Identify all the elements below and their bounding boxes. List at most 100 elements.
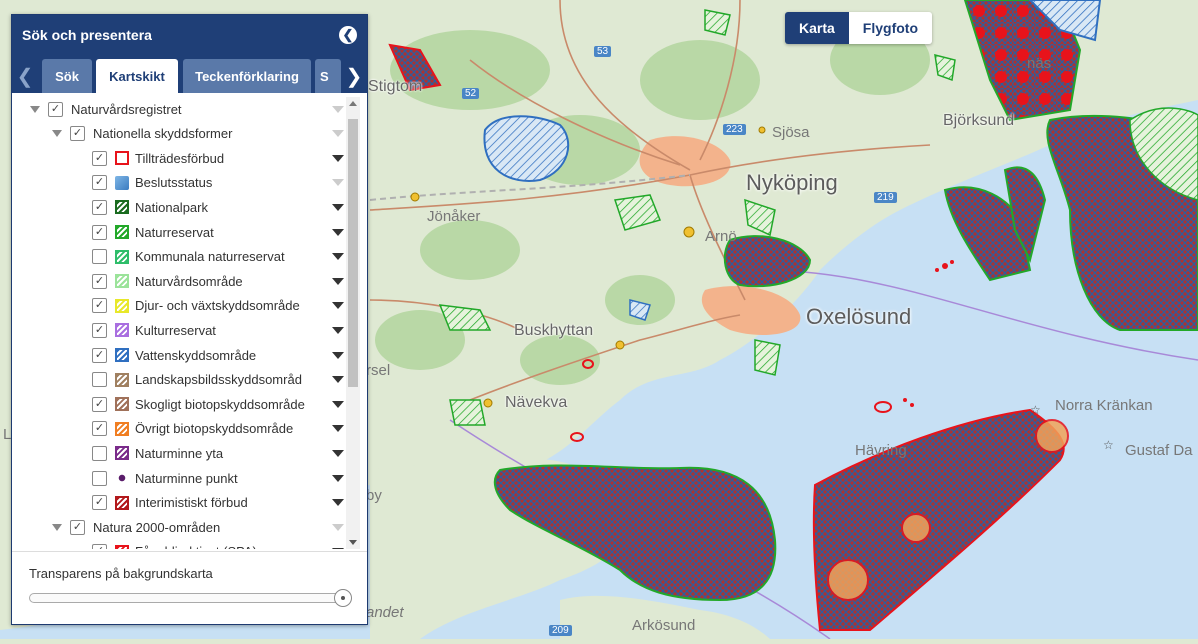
map-label-nas: näs	[1027, 55, 1052, 72]
layer-checkbox[interactable]: ✓	[92, 224, 107, 240]
layer-row-interimistiskt-forbud[interactable]: ✓ Interimistiskt förbud	[18, 491, 346, 515]
layer-tree-scrollbar[interactable]	[346, 97, 360, 549]
layer-checkbox[interactable]	[92, 445, 107, 461]
layer-checkbox[interactable]: ✓	[70, 126, 85, 142]
tab-more[interactable]: S	[315, 59, 341, 93]
map-label-jonaker: Jönåker	[427, 208, 481, 225]
layer-options-chevron-down-icon[interactable]	[332, 228, 344, 236]
tab-kartskikt[interactable]: Kartskikt	[96, 59, 178, 93]
layer-options-chevron-down-icon[interactable]	[332, 449, 344, 457]
layer-options-chevron-down-icon[interactable]	[332, 179, 344, 187]
layer-checkbox[interactable]: ✓	[92, 273, 107, 289]
map-label-gustaf-dalen: Gustaf Da	[1125, 442, 1193, 459]
layer-checkbox[interactable]: ✓	[92, 322, 107, 338]
layer-row-landskapsbildsskyddsomrad[interactable]: Landskapsbildsskyddsområd	[18, 368, 346, 392]
layer-row-vattenskyddsomrade[interactable]: ✓ Vattenskyddsområde	[18, 343, 346, 367]
layer-options-chevron-down-icon[interactable]	[332, 425, 344, 433]
layer-row-natura-2000-omraden[interactable]: ✓ Natura 2000-områden	[18, 515, 346, 539]
layer-row-djur-och-vaxtskyddsomrade[interactable]: ✓ Djur- och växtskyddsområde	[18, 294, 346, 318]
legend-symbol-icon	[115, 372, 129, 387]
layer-checkbox[interactable]: ✓	[92, 199, 107, 215]
layer-options-chevron-down-icon[interactable]	[332, 523, 344, 531]
layer-checkbox[interactable]	[92, 470, 107, 486]
layer-row-nationella-skyddsformer[interactable]: ✓ Nationella skyddsformer	[18, 122, 346, 146]
tab-scroll-left-icon[interactable]: ❮	[14, 59, 36, 93]
transparency-slider[interactable]	[29, 589, 352, 607]
layer-label: Övrigt biotopskyddsområde	[135, 421, 294, 437]
layer-row-tilltradesforbud[interactable]: ✓ Tillträdesförbud	[18, 146, 346, 170]
flygfoto-button[interactable]: Flygfoto	[848, 12, 933, 44]
layer-checkbox[interactable]	[92, 249, 107, 265]
layer-options-chevron-down-icon[interactable]	[332, 474, 344, 482]
layer-checkbox[interactable]: ✓	[92, 150, 107, 166]
legend-symbol-icon	[115, 249, 129, 264]
expand-toggle-icon[interactable]	[52, 523, 62, 531]
layer-row-fageldirektivet-spa[interactable]: ✓ Fågeldirektivet (SPA)	[18, 540, 346, 549]
layer-options-chevron-down-icon[interactable]	[332, 105, 344, 113]
scroll-thumb[interactable]	[348, 119, 358, 387]
layer-label: Nationella skyddsformer	[93, 126, 233, 142]
layer-row-naturminne-yta[interactable]: Naturminne yta	[18, 441, 346, 465]
scroll-down-icon[interactable]	[349, 540, 357, 545]
expand-toggle-icon[interactable]	[30, 105, 40, 113]
layer-row-ovrigt-biotopskyddsomrade[interactable]: ✓ Övrigt biotopskyddsområde	[18, 417, 346, 441]
expand-toggle-icon[interactable]	[52, 130, 62, 138]
layer-checkbox[interactable]: ✓	[70, 519, 85, 535]
legend-symbol-icon	[115, 200, 129, 215]
layer-row-kulturreservat[interactable]: ✓ Kulturreservat	[18, 318, 346, 342]
layer-options-chevron-down-icon[interactable]	[332, 253, 344, 261]
layer-label: Naturminne punkt	[135, 470, 238, 486]
map-label-havringe: Hävring	[855, 442, 907, 459]
road-shield-223: 223	[723, 124, 746, 135]
tab-scroll-right-icon[interactable]: ❯	[343, 59, 365, 93]
layer-options-chevron-down-icon[interactable]	[332, 277, 344, 285]
layer-row-naturvardsregistret[interactable]: ✓ Naturvårdsregistret	[18, 97, 346, 121]
legend-symbol-icon	[115, 323, 129, 338]
layer-checkbox[interactable]: ✓	[92, 396, 107, 412]
legend-symbol-icon	[115, 348, 129, 362]
layer-checkbox[interactable]: ✓	[92, 298, 107, 314]
layer-options-chevron-down-icon[interactable]	[332, 376, 344, 384]
map-label-nevekvarn: Nävekva	[505, 394, 568, 411]
map-label-rsel: rsel	[366, 362, 391, 379]
scroll-up-icon[interactable]	[349, 101, 357, 106]
map-label-stigtomta: Stigtom	[368, 78, 423, 95]
legend-symbol-icon	[115, 225, 129, 239]
layer-checkbox[interactable]: ✓	[92, 544, 107, 549]
layer-checkbox[interactable]: ✓	[92, 495, 107, 511]
legend-symbol-icon	[115, 544, 129, 549]
layer-options-chevron-down-icon[interactable]	[332, 326, 344, 334]
map-label-oxelosund: Oxelösund	[806, 304, 912, 329]
layer-checkbox[interactable]: ✓	[92, 421, 107, 437]
layer-checkbox[interactable]: ✓	[92, 175, 107, 191]
tab-sok[interactable]: Sök	[42, 59, 92, 93]
collapse-panel-icon[interactable]: ❮	[339, 26, 357, 44]
layer-options-chevron-down-icon[interactable]	[332, 351, 344, 359]
layer-row-naturminne-punkt[interactable]: Naturminne punkt	[18, 466, 346, 490]
layer-row-kommunala-naturreservat[interactable]: Kommunala naturreservat	[18, 245, 346, 269]
layer-options-chevron-down-icon[interactable]	[332, 548, 344, 549]
layer-label: Tillträdesförbud	[135, 150, 225, 166]
layer-checkbox[interactable]: ✓	[92, 347, 107, 363]
layer-row-nationalpark[interactable]: ✓ Nationalpark	[18, 195, 346, 219]
star-icon: ☆	[1103, 438, 1114, 452]
layer-row-beslutsstatus[interactable]: ✓ Beslutsstatus	[18, 171, 346, 195]
layer-options-chevron-down-icon[interactable]	[332, 499, 344, 507]
layer-label: Nationalpark	[135, 199, 208, 215]
layer-row-skogligt-biotopskyddsomrade[interactable]: ✓ Skogligt biotopskyddsområde	[18, 392, 346, 416]
layer-options-chevron-down-icon[interactable]	[332, 130, 344, 138]
layer-label: Kulturreservat	[135, 322, 216, 338]
layer-options-chevron-down-icon[interactable]	[332, 154, 344, 162]
transparency-slider-handle[interactable]	[334, 589, 352, 607]
layer-options-chevron-down-icon[interactable]	[332, 400, 344, 408]
layer-options-chevron-down-icon[interactable]	[332, 203, 344, 211]
layer-row-naturvardsomrade[interactable]: ✓ Naturvårdsområde	[18, 269, 346, 293]
map-label-sjosa: Sjösa	[772, 124, 810, 141]
tab-teckenforklaring[interactable]: Teckenförklaring	[183, 59, 311, 93]
layer-row-naturreservat[interactable]: ✓ Naturreservat	[18, 220, 346, 244]
legend-symbol-icon	[115, 151, 129, 166]
karta-button[interactable]: Karta	[785, 12, 849, 44]
layer-checkbox[interactable]	[92, 372, 107, 388]
layer-options-chevron-down-icon[interactable]	[332, 302, 344, 310]
layer-checkbox[interactable]: ✓	[48, 101, 63, 117]
